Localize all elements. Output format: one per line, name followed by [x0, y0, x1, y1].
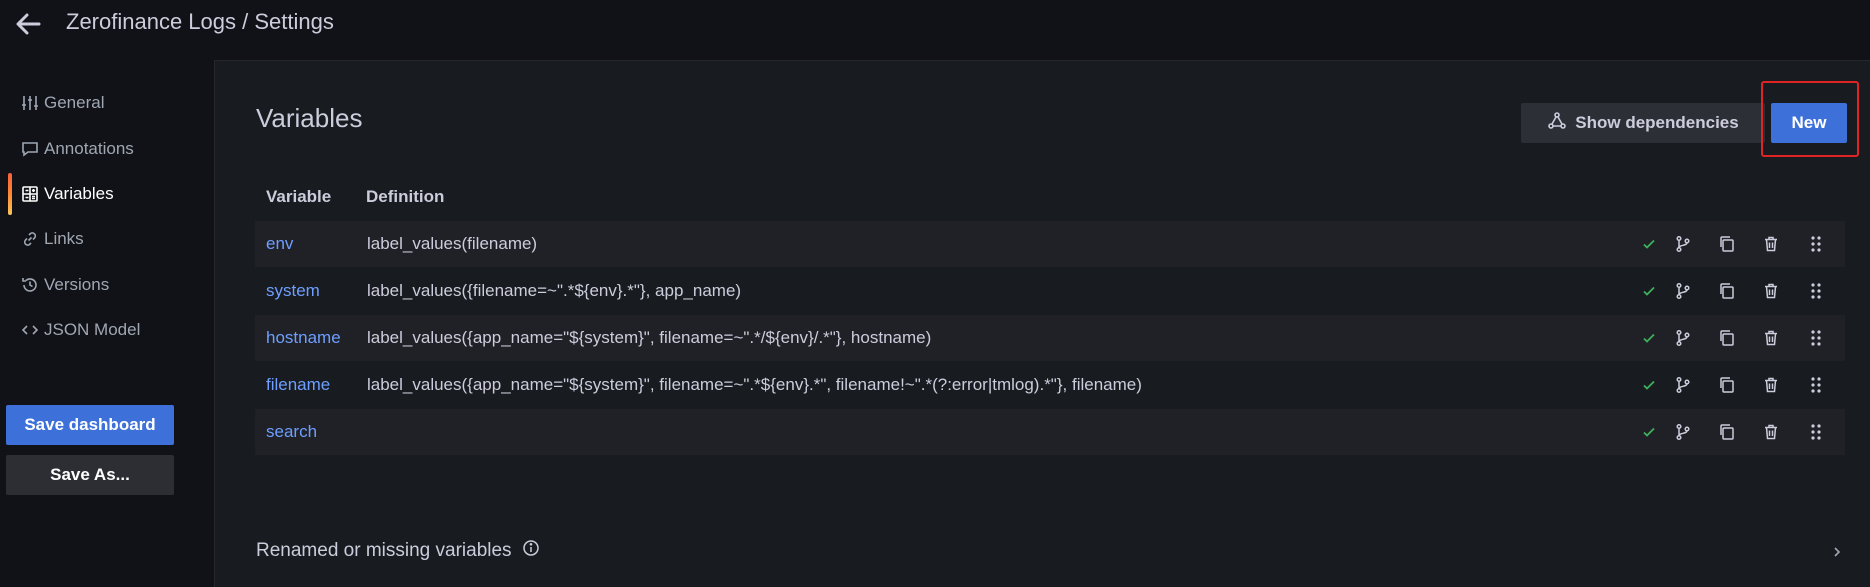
sidebar-item-label: General [44, 93, 105, 112]
trash-icon[interactable] [1758, 325, 1784, 351]
sidebar-item-variables[interactable]: Variables [0, 175, 214, 213]
sidebar-item-label: JSON Model [44, 320, 141, 339]
table-row: search [255, 409, 1845, 455]
check-icon [1636, 231, 1662, 257]
sliders-icon [20, 93, 40, 113]
branch-icon[interactable] [1670, 419, 1696, 445]
history-icon [20, 275, 40, 295]
drag-handle-icon[interactable] [1803, 278, 1829, 304]
drag-handle-icon[interactable] [1803, 419, 1829, 445]
sidebar-item-label: Links [44, 229, 84, 248]
table-row: hostname label_values({app_name="${syste… [255, 315, 1845, 361]
check-icon [1636, 325, 1662, 351]
duplicate-icon[interactable] [1714, 278, 1740, 304]
chevron-right-icon[interactable] [1831, 545, 1843, 564]
top-bar: Zerofinance Logs / Settings [0, 0, 1870, 48]
variable-definition: label_values({filename=~".*${env}.*"}, a… [367, 281, 742, 300]
renamed-variables-title: Renamed or missing variables [256, 540, 512, 561]
variables-panel: Variables Show dependencies New Variable… [214, 60, 1870, 587]
variable-definition: label_values(filename) [367, 234, 538, 253]
column-header-variable: Variable [266, 187, 332, 206]
trash-icon[interactable] [1758, 372, 1784, 398]
show-dependencies-button[interactable]: Show dependencies [1521, 103, 1765, 143]
renamed-variables-section[interactable]: Renamed or missing variables [256, 539, 540, 563]
new-variable-button[interactable]: New [1771, 103, 1847, 143]
variable-name-link[interactable]: env [266, 234, 293, 254]
link-icon [20, 229, 40, 249]
duplicate-icon[interactable] [1714, 419, 1740, 445]
branch-icon[interactable] [1670, 325, 1696, 351]
sidebar-item-json-model[interactable]: JSON Model [0, 311, 214, 349]
save-as-button[interactable]: Save As... [6, 455, 174, 495]
branch-icon[interactable] [1670, 278, 1696, 304]
sidebar-item-label: Annotations [44, 139, 134, 158]
column-header-definition: Definition [366, 187, 445, 206]
duplicate-icon[interactable] [1714, 325, 1740, 351]
trash-icon[interactable] [1758, 231, 1784, 257]
variable-definition: label_values({app_name="${system}", file… [367, 328, 932, 347]
settings-sidebar: General Annotations Variables Links Vers… [0, 60, 214, 587]
comment-icon [20, 139, 40, 159]
variable-definition: label_values({app_name="${system}", file… [367, 375, 1142, 394]
sidebar-item-general[interactable]: General [0, 84, 214, 122]
duplicate-icon[interactable] [1714, 372, 1740, 398]
sidebar-item-versions[interactable]: Versions [0, 266, 214, 304]
sidebar-item-links[interactable]: Links [0, 220, 214, 258]
branch-icon[interactable] [1670, 372, 1696, 398]
branch-icon[interactable] [1670, 231, 1696, 257]
sidebar-item-annotations[interactable]: Annotations [0, 130, 214, 168]
back-arrow-icon[interactable] [12, 8, 44, 40]
variable-name-link[interactable]: system [266, 281, 320, 301]
variable-name-link[interactable]: filename [266, 375, 330, 395]
variable-name-link[interactable]: search [266, 422, 317, 442]
section-title: Variables [256, 103, 363, 133]
table-row: env label_values(filename) [255, 221, 1845, 267]
table-row: system label_values({filename=~".*${env}… [255, 268, 1845, 314]
table-row: filename label_values({app_name="${syste… [255, 362, 1845, 408]
info-icon[interactable] [522, 539, 540, 563]
drag-handle-icon[interactable] [1803, 231, 1829, 257]
check-icon [1636, 419, 1662, 445]
check-icon [1636, 278, 1662, 304]
show-dependencies-label: Show dependencies [1575, 113, 1739, 132]
variable-name-link[interactable]: hostname [266, 328, 341, 348]
check-icon [1636, 372, 1662, 398]
page-title: Zerofinance Logs / Settings [66, 9, 334, 34]
calculator-icon [20, 184, 40, 204]
trash-icon[interactable] [1758, 278, 1784, 304]
drag-handle-icon[interactable] [1803, 325, 1829, 351]
save-dashboard-button[interactable]: Save dashboard [6, 405, 174, 445]
duplicate-icon[interactable] [1714, 231, 1740, 257]
sidebar-item-label: Variables [44, 184, 114, 203]
code-icon [20, 320, 40, 340]
sidebar-item-label: Versions [44, 275, 110, 294]
drag-handle-icon[interactable] [1803, 372, 1829, 398]
graph-icon [1547, 111, 1567, 136]
trash-icon[interactable] [1758, 419, 1784, 445]
